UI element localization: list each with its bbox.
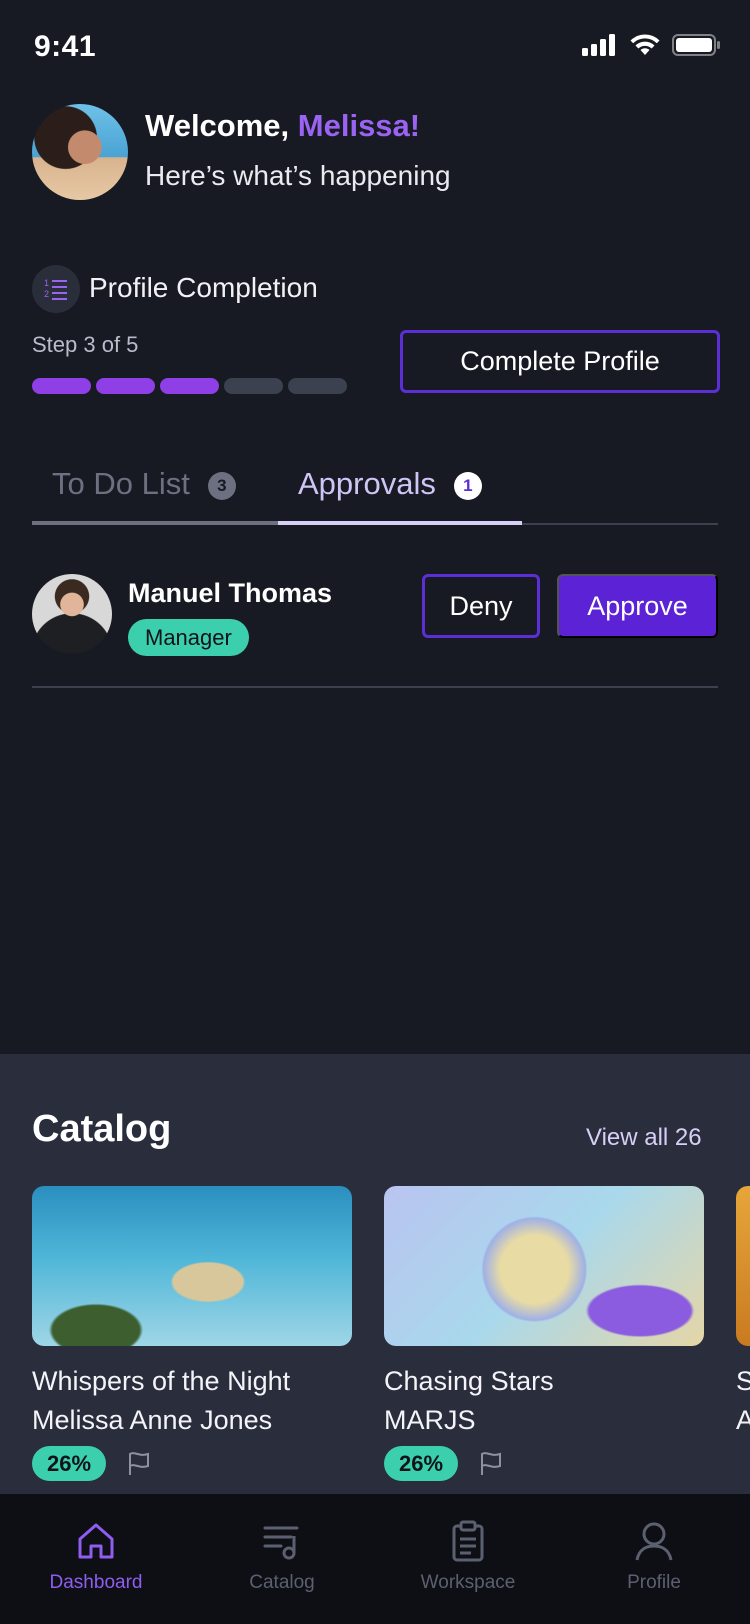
nav-dashboard[interactable]: Dashboard [6, 1494, 186, 1624]
tab-to-do-list[interactable]: To Do List 3 [52, 460, 236, 526]
cellular-signal-icon [582, 34, 615, 56]
bottom-navigation: Dashboard Catalog Workspace Profile [0, 1494, 750, 1624]
catalog-card-image [736, 1186, 750, 1346]
complete-profile-button[interactable]: Complete Profile [400, 330, 720, 393]
tab-bar: To Do List 3 Approvals 1 [32, 460, 718, 526]
tab-to-do-list-underline [32, 521, 278, 525]
nav-profile-label: Profile [627, 1572, 681, 1593]
nav-catalog-label: Catalog [249, 1572, 315, 1593]
catalog-card-meta: 26% [384, 1446, 704, 1481]
nav-dashboard-label: Dashboard [49, 1572, 143, 1593]
catalog-card[interactable]: Chasing Stars MARJS 26% [384, 1186, 704, 1481]
tab-approvals-count: 1 [453, 472, 482, 500]
progress-segment [160, 378, 219, 394]
tab-active-indicator [278, 521, 522, 525]
catalog-card-progress: 26% [384, 1446, 459, 1481]
catalog-card-partial[interactable]: S A [736, 1186, 750, 1436]
catalog-card-title: Whispers of the Night [32, 1366, 291, 1396]
tab-approvals-label: Approvals [298, 466, 436, 501]
catalog-card-image [32, 1186, 352, 1346]
catalog-card-title: S [736, 1366, 750, 1396]
deny-button[interactable]: Deny [422, 574, 540, 638]
battery-icon [672, 34, 720, 56]
catalog-card-artist: Melissa Anne Jones [32, 1405, 273, 1435]
catalog-card-artist: A [736, 1405, 750, 1435]
flag-icon[interactable] [126, 1451, 152, 1477]
progress-segment [224, 378, 283, 394]
approval-name: Manuel Thomas [128, 578, 333, 608]
catalog-card-meta: 26% [32, 1446, 352, 1481]
welcome-heading: Welcome, Melissa! [145, 108, 420, 144]
tab-approvals[interactable]: Approvals 1 [298, 460, 482, 526]
view-all-link[interactable]: View all 26 [586, 1124, 702, 1152]
svg-text:2: 2 [44, 289, 49, 299]
status-icons [582, 34, 720, 56]
tab-to-do-list-count: 3 [207, 472, 236, 500]
progress-segment [32, 378, 91, 394]
catalog-card-title: Chasing Stars [384, 1366, 554, 1396]
nav-workspace[interactable]: Workspace [378, 1494, 558, 1624]
home-icon [78, 1523, 114, 1559]
nav-profile[interactable]: Profile [564, 1494, 744, 1624]
flag-icon[interactable] [478, 1451, 504, 1477]
approve-button[interactable]: Approve [557, 574, 718, 638]
svg-text:1: 1 [44, 278, 49, 288]
profile-progress-bar [32, 378, 347, 394]
nav-catalog[interactable]: Catalog [192, 1494, 372, 1624]
status-time: 9:41 [34, 30, 97, 63]
profile-step-text: Step 3 of 5 [32, 332, 139, 357]
welcome-subtitle: Here’s what’s happening [145, 160, 451, 191]
catalog-card-progress: 26% [32, 1446, 107, 1481]
progress-segment [96, 378, 155, 394]
welcome-prefix: Welcome, [145, 108, 290, 143]
numbered-list-icon: 1 2 [32, 265, 80, 313]
catalog-card-artist: MARJS [384, 1405, 476, 1435]
music-list-icon [263, 1526, 299, 1560]
welcome-user-name: Melissa! [297, 108, 421, 143]
approval-avatar [32, 574, 112, 654]
catalog-card[interactable]: Whispers of the Night Melissa Anne Jones… [32, 1186, 352, 1481]
nav-workspace-label: Workspace [420, 1572, 516, 1593]
tab-to-do-list-label: To Do List [52, 466, 190, 501]
progress-segment [288, 378, 347, 394]
wifi-icon [630, 34, 660, 55]
catalog-card-image [384, 1186, 704, 1346]
catalog-title: Catalog [32, 1108, 172, 1150]
approval-role-badge: Manager [128, 619, 249, 656]
user-icon [635, 1522, 673, 1561]
profile-completion-title: Profile Completion [89, 272, 318, 303]
approval-row-divider [32, 686, 718, 688]
user-avatar[interactable] [32, 104, 128, 200]
clipboard-icon [452, 1520, 484, 1562]
